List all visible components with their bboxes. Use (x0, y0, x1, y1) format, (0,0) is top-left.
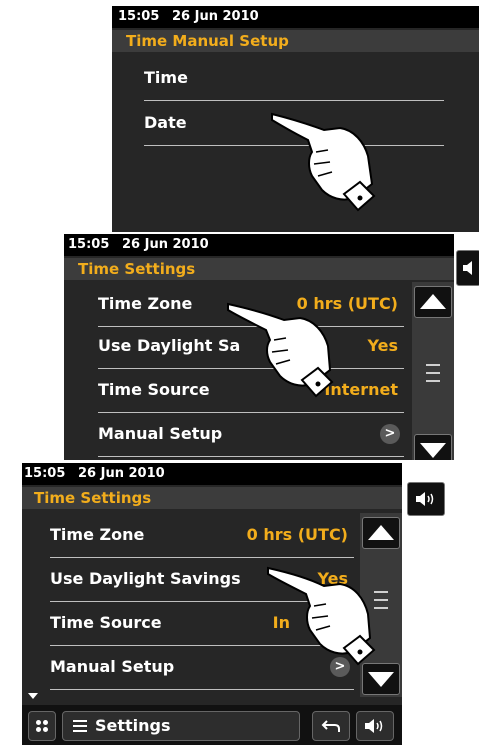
hand-pointer-icon (271, 112, 376, 212)
home-button[interactable] (28, 711, 56, 741)
volume-button[interactable] (456, 250, 479, 286)
page-title: Time Settings (22, 487, 402, 509)
list-item-label: Date (144, 113, 187, 132)
chevron-right-icon: > (380, 424, 400, 444)
hand-pointer-icon (267, 566, 376, 666)
page-title: Time Manual Setup (112, 30, 479, 52)
more-below-icon (28, 693, 38, 699)
speaker-icon (463, 261, 472, 275)
status-date: 26 Jun 2010 (122, 237, 209, 252)
status-bar: 15:05 26 Jun 2010 (64, 234, 454, 256)
grid-icon (36, 720, 48, 732)
status-time: 15:05 (118, 9, 160, 24)
status-time: 15:05 (68, 237, 110, 252)
speaker-icon (365, 719, 383, 733)
list-item-label: Time Source (50, 613, 162, 632)
status-time: 15:05 (24, 466, 66, 481)
footer-title: Settings (95, 716, 171, 735)
back-button[interactable] (312, 711, 350, 741)
settings-menu-button[interactable]: Settings (62, 711, 300, 741)
scroll-grip-icon[interactable] (426, 364, 440, 366)
list-item-label: Manual Setup (50, 657, 175, 676)
scrollbar[interactable] (412, 282, 454, 460)
speaker-icon (416, 492, 434, 506)
scroll-grip-icon (426, 372, 440, 374)
scroll-down-icon (368, 672, 394, 687)
scroll-up-icon (368, 525, 394, 540)
status-bar: 15:05 26 Jun 2010 (22, 463, 402, 485)
scroll-up-button[interactable] (362, 517, 400, 549)
hand-pointer-icon (227, 302, 334, 398)
list-item-manual-setup[interactable]: Manual Setup > (98, 412, 404, 457)
status-date: 26 Jun 2010 (78, 466, 165, 481)
footer-bar: Settings (22, 705, 402, 745)
scroll-grip-icon (426, 380, 440, 382)
page-title: Time Settings (64, 258, 454, 280)
list-item-label: Time (144, 68, 188, 87)
scroll-up-icon (420, 294, 446, 309)
list-item-value: Yes (367, 336, 399, 355)
menu-lines-icon (73, 720, 87, 732)
list-item-time[interactable]: Time (144, 56, 444, 101)
scroll-up-button[interactable] (414, 286, 452, 318)
status-bar: 15:05 26 Jun 2010 (112, 6, 479, 28)
list-item-value: 0 hrs (UTC) (246, 525, 348, 544)
list-item-label: Time Source (98, 380, 210, 399)
back-arrow-icon (321, 720, 340, 732)
scroll-down-button[interactable] (414, 434, 452, 460)
list-item-label: Use Daylight Sa (98, 336, 241, 355)
status-date: 26 Jun 2010 (172, 9, 259, 24)
list-item-label: Use Daylight Savings (50, 569, 241, 588)
volume-button[interactable] (356, 711, 394, 741)
list-item-label: Time Zone (50, 525, 145, 544)
list-item-label: Time Zone (98, 294, 193, 313)
scroll-down-icon (420, 443, 446, 458)
volume-button[interactable] (407, 482, 445, 516)
list-item-time-zone[interactable]: Time Zone 0 hrs (UTC) (50, 513, 354, 558)
list-item-label: Manual Setup (98, 424, 223, 443)
